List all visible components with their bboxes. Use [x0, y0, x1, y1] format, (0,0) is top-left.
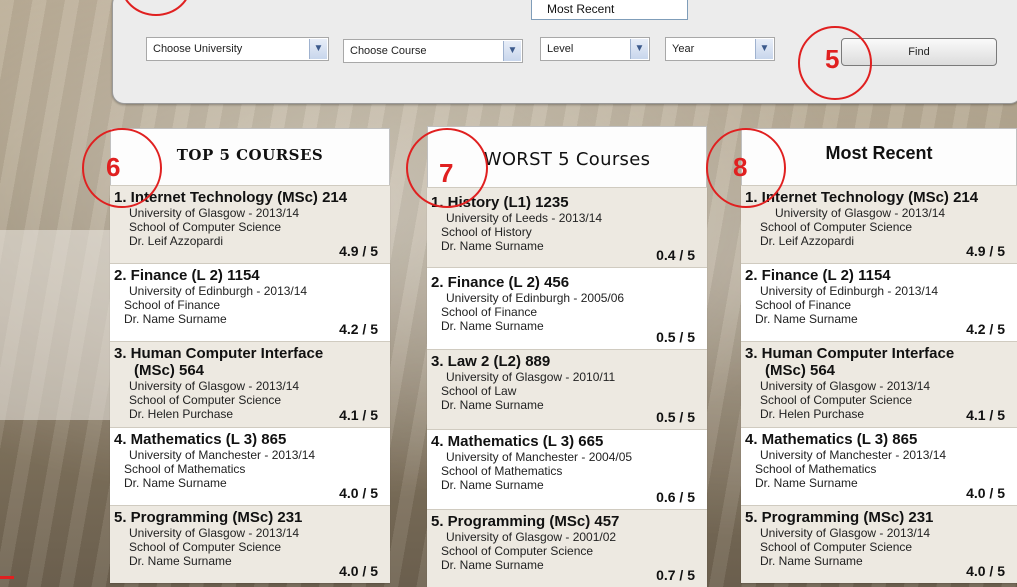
course-title: 5. Programming (MSc) 231 — [745, 509, 934, 526]
annotation-number-8: 8 — [733, 152, 748, 182]
course-rating: 0.5 / 5 — [656, 409, 695, 425]
course-school: School of Finance — [124, 298, 221, 312]
course-school: School of Law — [441, 384, 517, 398]
course-school: School of Finance — [755, 298, 852, 312]
course-school: School of Mathematics — [441, 464, 563, 478]
course-school: School of Mathematics — [124, 462, 246, 476]
course-title: 2. Finance (L 2) 1154 — [745, 267, 891, 284]
course-school: School of Computer Science — [441, 544, 594, 558]
course-card[interactable]: 4. Mathematics (L 3) 665 University of M… — [427, 429, 707, 509]
course-university: University of Glasgow - 2013/14 — [129, 379, 300, 393]
course-title: 4. Mathematics (L 3) 665 — [431, 433, 604, 450]
course-university: University of Glasgow - 2013/14 — [129, 206, 300, 220]
course-university: University of Glasgow - 2013/14 — [760, 526, 931, 540]
course-school: School of Mathematics — [755, 462, 877, 476]
course-school: School of Finance — [441, 305, 538, 319]
course-school: School of Computer Science — [760, 393, 913, 407]
course-card[interactable]: 4. Mathematics (L 3) 865 University of M… — [110, 427, 390, 505]
course-title: 2. Finance (L 2) 456 — [431, 274, 570, 291]
course-rating: 4.1 / 5 — [339, 407, 378, 423]
most-recent-column: Most Recent 1. Internet Technology (MSc)… — [741, 128, 1017, 583]
year-select[interactable]: Year ▼ — [665, 37, 775, 61]
course-university: University of Manchester - 2013/14 — [760, 448, 947, 462]
course-title: 2. Finance (L 2) 1154 — [114, 267, 260, 284]
year-select-value: Year — [672, 43, 695, 55]
course-title: 1. Internet Technology (MSc) 214 — [745, 189, 979, 206]
course-school: School of Computer Science — [129, 220, 282, 234]
course-rating: 4.9 / 5 — [339, 243, 378, 259]
course-card[interactable]: 3. Human Computer Interface (MSc) 564 Un… — [741, 341, 1017, 427]
level-select-value: Level — [547, 43, 574, 55]
top-courses-column: TOP 5 COURSES 1. Internet Technology (MS… — [110, 128, 390, 583]
level-select[interactable]: Level ▼ — [540, 37, 650, 61]
course-rating: 4.2 / 5 — [966, 321, 1005, 337]
course-rating: 0.5 / 5 — [656, 329, 695, 345]
course-title: 3. Human Computer Interface — [745, 345, 955, 362]
course-rating: 0.6 / 5 — [656, 489, 695, 505]
course-university: University of Glasgow - 2013/14 — [760, 379, 931, 393]
course-title-line-2: (MSc) 564 — [134, 362, 205, 379]
course-university: University of Edinburgh - 2013/14 — [129, 284, 308, 298]
chevron-down-icon[interactable]: ▼ — [755, 39, 773, 59]
annotation-circle-6 — [82, 128, 162, 208]
course-university: University of Manchester - 2004/05 — [446, 450, 633, 464]
annotation-number-5: 5 — [825, 44, 840, 74]
university-select[interactable]: Choose University ▼ — [146, 37, 329, 61]
course-rating: 0.4 / 5 — [656, 247, 695, 263]
chevron-down-icon[interactable]: ▼ — [503, 41, 521, 61]
course-title: 5. Programming (MSc) 231 — [114, 509, 303, 526]
course-card[interactable]: 3. Human Computer Interface (MSc) 564 Un… — [110, 341, 390, 427]
course-rating: 4.0 / 5 — [339, 563, 378, 579]
course-university: University of Glasgow - 2013/14 — [775, 206, 946, 220]
course-title: 3. Human Computer Interface — [114, 345, 324, 362]
course-university: University of Glasgow - 2013/14 — [129, 526, 300, 540]
course-school: School of History — [441, 225, 532, 239]
annotation-number-6: 6 — [106, 152, 121, 182]
sort-option-most-recent[interactable]: Most Recent — [531, 0, 688, 20]
course-title: 3. Law 2 (L2) 889 — [431, 353, 551, 370]
course-rating: 4.0 / 5 — [966, 485, 1005, 501]
course-rating: 4.2 / 5 — [339, 321, 378, 337]
course-university: University of Edinburgh - 2013/14 — [760, 284, 939, 298]
course-title: 5. Programming (MSc) 457 — [431, 513, 620, 530]
course-title-line-2: (MSc) 564 — [765, 362, 836, 379]
course-rating: 4.0 / 5 — [339, 485, 378, 501]
course-school: School of Computer Science — [760, 540, 913, 554]
course-card[interactable]: 2. Finance (L 2) 1154 University of Edin… — [741, 263, 1017, 341]
course-card[interactable]: 4. Mathematics (L 3) 865 University of M… — [741, 427, 1017, 505]
course-university: University of Manchester - 2013/14 — [129, 448, 316, 462]
course-card[interactable]: 2. Finance (L 2) 456 University of Edinb… — [427, 267, 707, 349]
course-card[interactable]: 1. Internet Technology (MSc) 214 Univers… — [110, 185, 390, 263]
chevron-down-icon[interactable]: ▼ — [630, 39, 648, 59]
course-card[interactable]: 5. Programming (MSc) 231 University of G… — [110, 505, 390, 583]
course-select[interactable]: Choose Course ▼ — [343, 39, 523, 63]
course-rating: 0.7 / 5 — [656, 567, 695, 583]
course-university: University of Edinburgh - 2005/06 — [446, 291, 625, 305]
background-projector-screen — [0, 230, 110, 420]
course-card[interactable]: 2. Finance (L 2) 1154 University of Edin… — [110, 263, 390, 341]
chevron-down-icon[interactable]: ▼ — [309, 39, 327, 59]
course-school: School of Computer Science — [129, 393, 282, 407]
annotation-mark — [0, 576, 14, 579]
course-card[interactable]: 3. Law 2 (L2) 889 University of Glasgow … — [427, 349, 707, 429]
course-card[interactable]: 5. Programming (MSc) 457 University of G… — [427, 509, 707, 587]
course-rating: 4.1 / 5 — [966, 407, 1005, 423]
course-university: University of Glasgow - 2001/02 — [446, 530, 617, 544]
course-card[interactable]: 5. Programming (MSc) 231 University of G… — [741, 505, 1017, 583]
course-university: University of Leeds - 2013/14 — [446, 211, 603, 225]
course-title: 4. Mathematics (L 3) 865 — [114, 431, 287, 448]
annotation-number-7: 7 — [439, 158, 454, 188]
course-title: 4. Mathematics (L 3) 865 — [745, 431, 918, 448]
course-card[interactable]: 1. Internet Technology (MSc) 214 Univers… — [741, 185, 1017, 263]
course-university: University of Glasgow - 2010/11 — [446, 370, 616, 384]
university-select-value: Choose University — [153, 43, 243, 55]
course-rating: 4.0 / 5 — [966, 563, 1005, 579]
course-school: School of Computer Science — [129, 540, 282, 554]
course-select-value: Choose Course — [350, 45, 427, 57]
course-school: School of Computer Science — [760, 220, 913, 234]
course-rating: 4.9 / 5 — [966, 243, 1005, 259]
